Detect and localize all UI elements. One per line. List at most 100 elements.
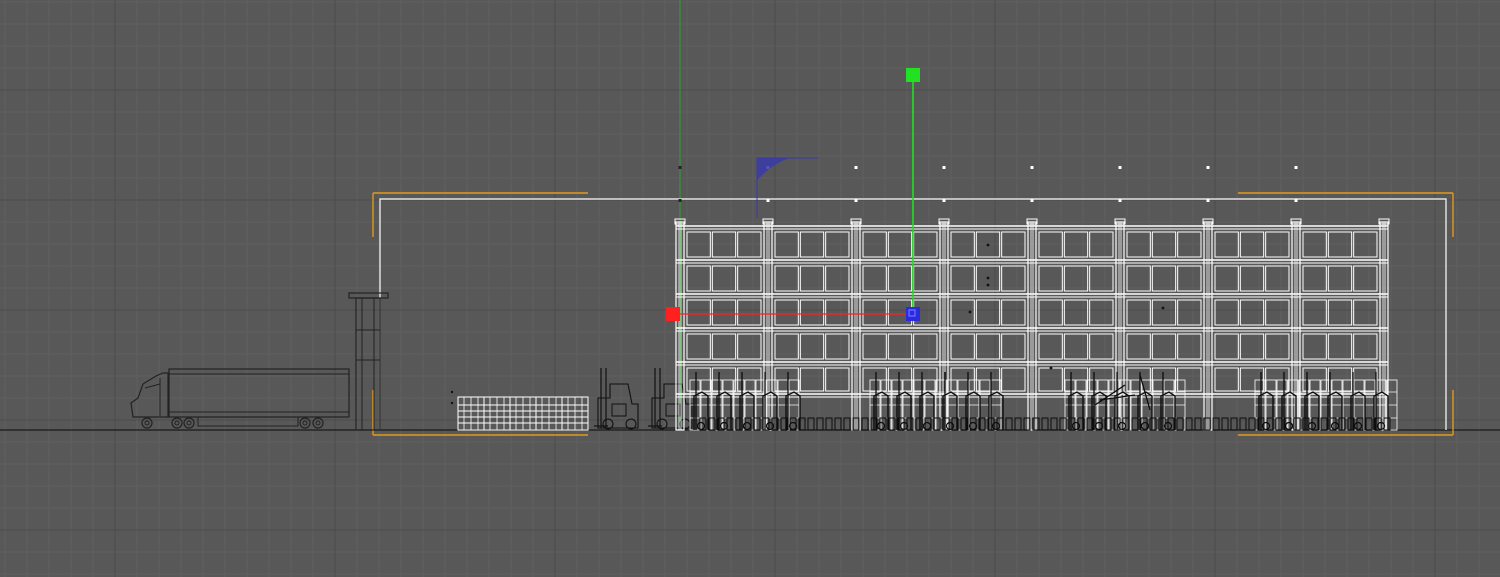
- rack-bay: [1038, 333, 1063, 360]
- gate-pillar-wireframe[interactable]: [348, 292, 389, 431]
- rack-bay: [1214, 265, 1239, 292]
- rack-bay: [1214, 299, 1239, 326]
- rack-bay: [1177, 265, 1202, 292]
- z-axis-handle: [906, 307, 920, 321]
- light-point: [942, 166, 946, 169]
- rack-bay: [1239, 367, 1265, 392]
- rack-bay: [1177, 333, 1202, 360]
- rack-bay: [1214, 333, 1239, 360]
- rack-bay: [1327, 265, 1353, 292]
- rack-bay: [799, 299, 825, 326]
- rack-bay: [1126, 299, 1151, 326]
- light-point: [1294, 199, 1298, 202]
- rack-bay: [862, 367, 887, 392]
- transform-gizmo[interactable]: [666, 68, 920, 321]
- rack-bay: [711, 333, 737, 360]
- rack-bay: [1239, 265, 1265, 292]
- rack-bay: [737, 299, 762, 326]
- rack-bay: [975, 299, 1001, 326]
- rack-bay: [1239, 299, 1265, 326]
- rack-bay: [1001, 333, 1026, 360]
- rack-marker: [986, 243, 990, 247]
- rack-bay: [1353, 299, 1378, 326]
- light-point: [1118, 199, 1122, 202]
- light-point: [1206, 166, 1210, 169]
- rack-bay: [774, 299, 799, 326]
- cab-window: [144, 383, 161, 389]
- rack-bay: [975, 333, 1001, 360]
- rack-bay: [825, 265, 850, 292]
- rack-bay: [737, 265, 762, 292]
- floor-clutter-wireframe[interactable]: [689, 372, 1398, 431]
- rack-bay: [887, 265, 913, 292]
- light-point: [678, 166, 682, 169]
- light-point: [1206, 199, 1210, 202]
- rack-bay: [1038, 265, 1063, 292]
- rack-bay: [1089, 265, 1114, 292]
- rack-bay: [1089, 333, 1114, 360]
- 3d-viewport[interactable]: [0, 0, 1500, 577]
- rack-bay: [1126, 367, 1151, 392]
- rack-bay: [1126, 265, 1151, 292]
- rack-bay: [686, 333, 711, 360]
- rack-bay: [913, 333, 938, 360]
- wheel-hub: [144, 420, 150, 426]
- rack-bay: [1089, 299, 1114, 326]
- rack-bay: [1265, 333, 1290, 360]
- rack-bay: [686, 299, 711, 326]
- rack-bay: [737, 333, 762, 360]
- rack-marker: [986, 276, 990, 280]
- rack-bay: [1265, 299, 1290, 326]
- forklift-seat: [611, 403, 627, 417]
- rack-bay: [862, 299, 887, 326]
- light-point: [1030, 166, 1034, 169]
- rack-bay: [1089, 367, 1114, 392]
- rack-bay: [825, 299, 850, 326]
- machine-wheel: [1330, 421, 1340, 431]
- rack-bay: [1001, 299, 1026, 326]
- rack-bay: [1353, 265, 1378, 292]
- rack-bay: [1001, 265, 1026, 292]
- rack-bay: [825, 333, 850, 360]
- machine-wheel: [788, 421, 798, 431]
- rack-bay: [799, 333, 825, 360]
- rack-bay: [950, 367, 975, 392]
- rack-bay: [950, 265, 975, 292]
- rack-bay: [1239, 333, 1265, 360]
- wheel-hub: [315, 420, 321, 426]
- rack-bay: [774, 265, 799, 292]
- rack-upright: [1203, 221, 1213, 431]
- trailer-chassis: [197, 416, 299, 427]
- wheel-hub: [174, 420, 180, 426]
- rack-upright: [1027, 221, 1037, 431]
- rack-bay: [686, 265, 711, 292]
- rack-bay: [950, 333, 975, 360]
- forklift-seat: [665, 403, 681, 417]
- light-point: [766, 199, 770, 202]
- rack-bay: [799, 367, 825, 392]
- rack-bay: [1151, 333, 1177, 360]
- pillar-cap: [348, 292, 389, 299]
- light-point: [1294, 166, 1298, 169]
- rack-marker: [986, 283, 990, 287]
- rack-bay: [711, 265, 737, 292]
- pallet-stack-wireframe[interactable]: [450, 390, 589, 431]
- scene-canvas[interactable]: [0, 0, 1500, 577]
- rack-bay: [1151, 299, 1177, 326]
- rack-upright: [851, 221, 861, 431]
- light-point: [450, 401, 454, 405]
- wheel-hub: [186, 420, 192, 426]
- rack-bay: [1063, 333, 1089, 360]
- rack-bay: [1001, 367, 1026, 392]
- machine-wheel: [1094, 421, 1104, 431]
- light-point: [450, 390, 454, 394]
- rack-bay: [711, 299, 737, 326]
- machine-wheel: [1353, 421, 1363, 431]
- light-point: [942, 199, 946, 202]
- light-points[interactable]: [678, 166, 1298, 202]
- rack-bay: [862, 333, 887, 360]
- rack-bay: [1038, 367, 1063, 392]
- rack-bay: [825, 367, 850, 392]
- rack-bay: [887, 333, 913, 360]
- rack-bay: [1177, 299, 1202, 326]
